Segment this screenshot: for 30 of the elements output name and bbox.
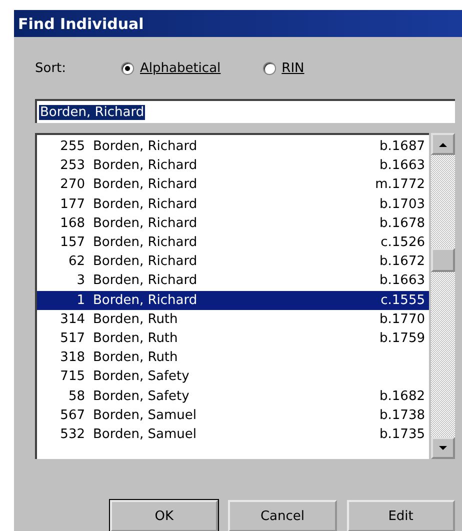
list-item[interactable]: 318 Borden, Ruth [37, 348, 429, 368]
search-field[interactable]: Borden, Richard [35, 99, 455, 123]
scroll-thumb[interactable] [431, 248, 455, 272]
window-title: Find Individual [18, 14, 144, 32]
list-item[interactable]: 255 Borden, Richard b.1687 [37, 137, 429, 156]
dialog-button[interactable]: Edit [346, 500, 455, 531]
list-item[interactable]: 62 Borden, Richard b.1672 [37, 252, 429, 272]
radio-option[interactable]: RIN [262, 60, 304, 76]
scroll-down-button[interactable] [431, 437, 455, 459]
radio-option[interactable]: Alphabetical [121, 60, 221, 76]
scroll-up-button[interactable] [431, 133, 455, 155]
list-item[interactable]: 532 Borden, Samuel b.1735 [37, 424, 429, 444]
list-item[interactable]: 58 Borden, Safety b.1682 [37, 386, 429, 406]
list-item[interactable]: 177 Borden, Richard b.1703 [37, 194, 429, 214]
list-item[interactable]: 253 Borden, Richard b.1663 [37, 156, 429, 176]
list-item[interactable]: 3 Borden, Richard b.1663 [37, 271, 429, 290]
list-item[interactable]: 157 Borden, Richard c.1526 [37, 232, 429, 252]
list-item[interactable]: 715 Borden, Safety [37, 367, 429, 386]
up-arrow-icon [439, 142, 447, 146]
dialog-button[interactable]: Cancel [228, 500, 337, 531]
sort-label: Sort: [35, 60, 68, 76]
list-item[interactable]: 567 Borden, Samuel b.1738 [37, 406, 429, 425]
list-item[interactable]: 270 Borden, Richard m.1772 [37, 175, 429, 195]
list-item[interactable]: 314 Borden, Ruth b.1770 [37, 310, 429, 329]
list-item[interactable]: 517 Borden, Ruth b.1759 [37, 328, 429, 348]
list-item[interactable]: 168 Borden, Richard b.1678 [37, 214, 429, 233]
scrollbar[interactable] [431, 133, 455, 459]
down-arrow-icon [439, 446, 447, 450]
list-item[interactable]: 1 Borden, Richard c.1555 [37, 290, 429, 310]
dialog-button[interactable]: OK [110, 500, 218, 531]
